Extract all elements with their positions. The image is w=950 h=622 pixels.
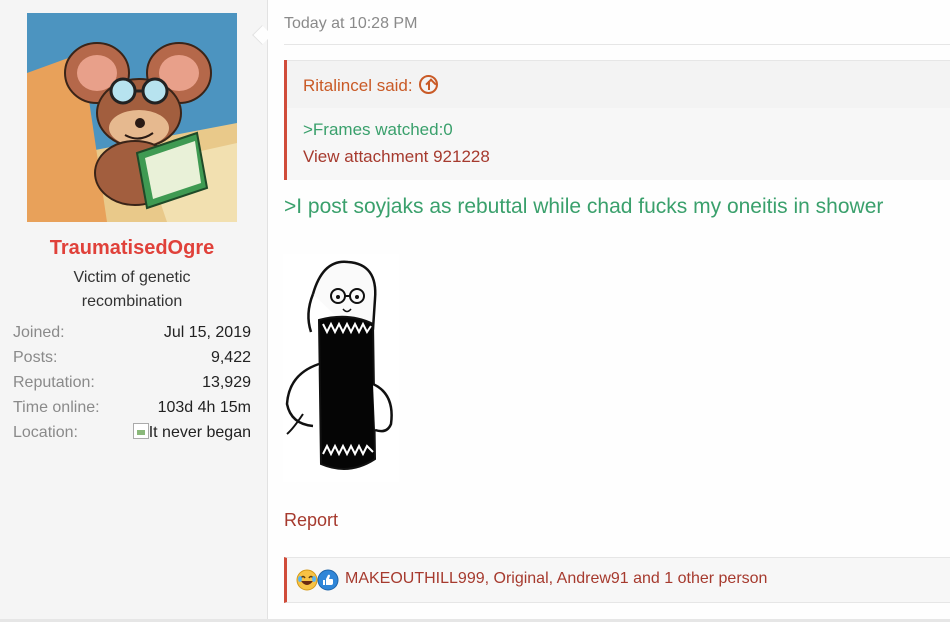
user-sidebar: TraumatisedOgre Victim of genetic recomb… — [0, 0, 268, 622]
stat-location: Location: It never began — [13, 420, 251, 445]
quote-author[interactable]: Ritalincel said: — [303, 76, 413, 95]
quote-author-link[interactable]: Ritalincel said: — [303, 75, 438, 96]
quote-block: Ritalincel said: >Frames watched:0 View … — [284, 60, 950, 180]
quote-greentext: >Frames watched:0 — [303, 120, 453, 139]
post-body-greentext: >I post soyjaks as rebuttal while chad f… — [284, 195, 884, 218]
stat-value[interactable]: 9,422 — [211, 345, 251, 370]
stat-label: Time online: — [13, 399, 100, 416]
reactions-bar: MAKEOUTHILL999, Original, Andrew91 and 1… — [284, 557, 950, 603]
soyjak-drawing — [283, 254, 399, 482]
user-title: Victim of genetic recombination — [73, 269, 191, 310]
reaction-icons[interactable] — [296, 569, 342, 591]
location-text: It never began — [148, 424, 251, 441]
stat-reputation: Reputation: 13,929 — [13, 370, 251, 395]
cartoon-mouse-reading-avatar — [27, 13, 237, 222]
avatar[interactable] — [27, 13, 237, 222]
report-link[interactable]: Report — [284, 510, 338, 531]
stat-value: 103d 4h 15m — [157, 399, 251, 416]
forum-post: TraumatisedOgre Victim of genetic recomb… — [0, 0, 950, 622]
broken-image-icon — [132, 423, 149, 439]
stat-joined: Joined: Jul 15, 2019 — [13, 320, 251, 345]
stat-posts: Posts: 9,422 — [13, 345, 251, 370]
stat-value: Jul 15, 2019 — [163, 324, 251, 341]
stat-time-online: Time online: 103d 4h 15m — [13, 395, 251, 420]
post-timestamp[interactable]: Today at 10:28 PM — [284, 15, 417, 33]
stat-label: Location: — [13, 424, 78, 441]
quote-header: Ritalincel said: — [287, 60, 950, 108]
divider — [284, 44, 950, 45]
username[interactable]: TraumatisedOgre — [0, 237, 264, 260]
post-image[interactable] — [283, 254, 399, 482]
stat-label: Reputation: — [13, 374, 95, 391]
user-stats: Joined: Jul 15, 2019 Posts: 9,422 Reputa… — [13, 320, 251, 445]
stat-label: Posts: — [13, 349, 58, 366]
reactions-users-link[interactable]: MAKEOUTHILL999, Original, Andrew91 and 1… — [345, 570, 767, 588]
stat-label: Joined: — [13, 324, 65, 341]
arrow-up-circle-icon[interactable] — [418, 75, 438, 94]
attachment-link[interactable]: View attachment 921228 — [303, 147, 490, 167]
stat-value: It never began — [132, 420, 251, 445]
quote-body: >Frames watched:0 View attachment 921228 — [287, 108, 950, 180]
stat-value: 13,929 — [202, 374, 251, 391]
